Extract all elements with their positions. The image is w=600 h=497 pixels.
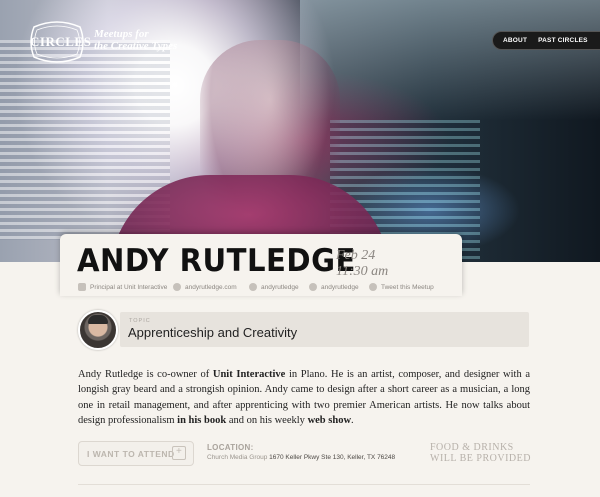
event-date: Feb 24 [336,248,376,263]
web-show-link[interactable]: web show [308,415,351,426]
meta-twitter[interactable]: andyrutledge [249,283,299,291]
location-details: Church Media Group 1670 Keller Pkwy Ste … [207,454,395,461]
hero-ceiling [300,0,600,120]
bio-text-4: . [351,414,354,426]
book-link[interactable]: in his book [177,415,226,426]
meta-dribbble-link[interactable]: andyrutledge [321,284,359,291]
company-name: Unit Interactive [212,369,286,380]
twitter-icon [249,283,257,291]
event-time: 11:30 am [336,264,389,279]
person-icon [78,283,86,291]
meta-twitter-link[interactable]: andyrutledge [261,284,299,291]
food-notice: FOOD & DRINKS WILL BE PROVIDED [430,442,531,464]
meta-tweet[interactable]: Tweet this Meetup [369,283,434,291]
topic-label: TOPIC [129,318,151,324]
location-venue: Church Media Group [207,454,268,461]
topic-title: Apprenticeship and Creativity [128,325,298,340]
logo-text[interactable]: CIRCLES [30,34,91,50]
divider [78,484,530,485]
meta-role: Principal at Unit Interactive [78,283,167,291]
location-address[interactable]: 1670 Keller Pkwy Ste 130, Keller, TX 762… [269,454,395,461]
bio-text-1: Andy Rutledge is co-owner of [78,369,213,380]
dribbble-icon [309,283,317,291]
tagline-line-2: the Creative Types [94,40,178,52]
speaker-avatar [78,310,118,350]
bio-text-3: and on his weekly [226,414,308,426]
event-datetime: Feb 24 11:30 am [336,248,388,280]
speaker-bio: Andy Rutledge is co-owner of Unit Intera… [78,367,530,428]
main-nav: ABOUT PAST CIRCLES [492,31,600,50]
food-line-2: WILL BE PROVIDED [430,453,531,464]
nav-about-link[interactable]: ABOUT [503,37,527,44]
tagline-line-1: Meetups for [94,28,149,40]
tweet-icon [369,283,377,291]
location-label: LOCATION: [207,443,254,452]
add-icon[interactable] [172,446,186,460]
tweet-meetup-link[interactable]: Tweet this Meetup [381,284,434,291]
nav-past-circles-link[interactable]: PAST CIRCLES [538,37,588,44]
globe-icon [173,283,181,291]
meta-website[interactable]: andyrutledge.com [173,283,237,291]
meta-role-text: Principal at Unit Interactive [90,283,168,291]
food-line-1: FOOD & DRINKS [430,442,514,453]
meta-website-link[interactable]: andyrutledge.com [185,284,237,291]
site-tagline: Meetups for the Creative Types [94,28,177,52]
meta-dribbble[interactable]: andyrutledge [309,283,359,291]
speaker-name: ANDY RUTLEDGE [77,243,356,279]
attend-button-label: I WANT TO ATTEND [87,448,175,459]
